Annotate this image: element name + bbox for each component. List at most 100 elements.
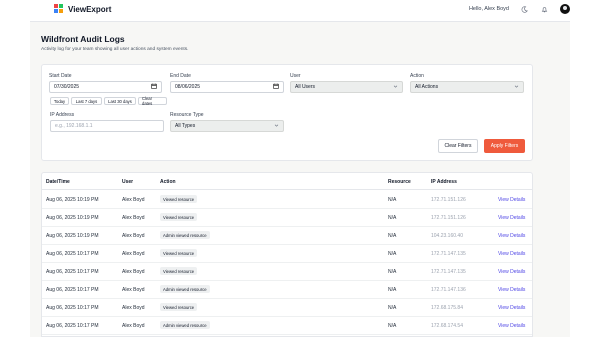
ip-address-input[interactable]: e.g., 192.168.1.1 — [50, 120, 164, 132]
cell-ip-address: 172.71.147.136 — [431, 287, 466, 293]
user-select-value: All Users — [295, 84, 316, 90]
action-badge: Viewed resource — [160, 303, 198, 311]
view-details-link[interactable]: View Details — [498, 269, 525, 275]
apply-filters-button[interactable]: Apply Filters — [484, 139, 525, 153]
view-details-link[interactable]: View Details — [498, 323, 525, 329]
brand-name: ViewExport — [68, 4, 112, 14]
resource-type-select[interactable]: All Types — [170, 120, 284, 132]
cell-user: Alex Boyd — [122, 323, 145, 329]
clear-dates-button[interactable]: Clear dates — [138, 96, 167, 106]
moon-icon[interactable] — [520, 5, 529, 14]
table-row[interactable]: Aug 06, 2025 10:19 PM Alex Boyd Viewed res… — [42, 191, 532, 209]
page-title: Wildfront Audit Logs — [41, 34, 125, 44]
cell-resource: N/A — [388, 305, 397, 311]
cell-datetime: Aug 06, 2025 10:17 PM — [46, 323, 99, 329]
cell-resource: N/A — [388, 323, 397, 329]
cell-datetime: Aug 06, 2025 10:19 PM — [46, 233, 99, 239]
cell-ip-address: 172.71.147.135 — [431, 269, 466, 275]
cell-datetime: Aug 06, 2025 10:19 PM — [46, 197, 99, 203]
cell-datetime: Aug 06, 2025 10:17 PM — [46, 269, 99, 275]
cell-ip-address: 172.68.175.84 — [431, 305, 463, 311]
cell-user: Alex Boyd — [122, 233, 145, 239]
table-row[interactable]: Aug 06, 2025 10:19 PM Alex Boyd Admin view… — [42, 227, 532, 245]
brand[interactable]: ViewExport — [54, 4, 111, 14]
end-date-input[interactable]: 08/06/2025 — [170, 81, 284, 93]
cell-user: Alex Boyd — [122, 269, 145, 275]
cell-ip-address: 104.23.160.40 — [431, 233, 463, 239]
cell-resource: N/A — [388, 233, 397, 239]
end-date-label: End Date — [170, 73, 191, 79]
table-row[interactable]: Aug 06, 2025 10:17 PM Alex Boyd Admin view… — [42, 317, 532, 335]
table-row[interactable]: Aug 06, 2025 10:17 PM Alex Boyd Viewed res… — [42, 245, 532, 263]
cell-resource: N/A — [388, 287, 397, 293]
user-filter-label: User — [290, 73, 301, 79]
cell-user: Alex Boyd — [122, 287, 145, 293]
cell-datetime: Aug 06, 2025 10:17 PM — [46, 287, 99, 293]
start-date-value: 07/30/2025 — [54, 84, 80, 90]
avatar[interactable] — [560, 4, 570, 14]
action-filter-label: Action — [410, 73, 424, 79]
action-badge: Viewed resource — [160, 213, 198, 221]
view-details-link[interactable]: View Details — [498, 305, 525, 311]
action-badge: Admin viewed resource — [160, 231, 210, 239]
page-subtitle: Activity log for your team showing all u… — [41, 47, 189, 52]
end-date-value: 08/06/2025 — [175, 84, 201, 90]
cell-ip-address: 172.71.151.126 — [431, 197, 466, 203]
cell-user: Alex Boyd — [122, 215, 145, 221]
quick-range-last-7-days[interactable]: Last 7 days — [71, 97, 102, 105]
resource-type-label: Resource Type — [170, 112, 204, 118]
cell-datetime: Aug 06, 2025 10:17 PM — [46, 305, 99, 311]
user-area: Hello, Alex Boyd — [469, 4, 570, 14]
quick-range-today[interactable]: Today — [50, 97, 69, 105]
view-details-link[interactable]: View Details — [498, 215, 525, 221]
chevron-down-icon — [274, 123, 279, 130]
view-details-link[interactable]: View Details — [498, 197, 525, 203]
column-header-action[interactable]: Action — [160, 179, 176, 185]
action-badge: Viewed resource — [160, 195, 198, 203]
action-select-value: All Actions — [415, 84, 439, 90]
action-badge: Admin viewed resource — [160, 285, 210, 293]
view-details-link[interactable]: View Details — [498, 233, 525, 239]
quick-range-last-30-days[interactable]: Last 30 days — [104, 97, 136, 105]
cell-ip-address: 172.71.147.135 — [431, 251, 466, 257]
calendar-icon[interactable] — [151, 83, 157, 91]
calendar-icon[interactable] — [273, 83, 279, 91]
cell-user: Alex Boyd — [122, 197, 145, 203]
column-header-datetime[interactable]: Date/Time — [46, 179, 70, 185]
cell-user: Alex Boyd — [122, 305, 145, 311]
cell-ip-address: 172.68.174.54 — [431, 323, 463, 329]
table-row[interactable]: Aug 06, 2025 10:19 PM Alex Boyd Viewed res… — [42, 209, 532, 227]
resource-type-value: All Types — [175, 123, 196, 129]
chevron-down-icon — [514, 84, 519, 91]
cell-datetime: Aug 06, 2025 10:17 PM — [46, 251, 99, 257]
table-header: Date/Time User Action Resource IP Addres… — [42, 173, 532, 190]
cell-resource: N/A — [388, 269, 397, 275]
audit-log-table: Date/Time User Action Resource IP Addres… — [41, 172, 533, 337]
cell-resource: N/A — [388, 215, 397, 221]
table-row[interactable]: Aug 06, 2025 10:17 PM Alex Boyd Viewed res… — [42, 299, 532, 317]
table-row[interactable]: Aug 06, 2025 10:17 PM Alex Boyd Viewed res… — [42, 263, 532, 281]
clear-filters-button[interactable]: Clear Filters — [438, 139, 478, 153]
bell-icon[interactable] — [540, 5, 549, 14]
cell-datetime: Aug 06, 2025 10:19 PM — [46, 215, 99, 221]
action-badge: Viewed resource — [160, 267, 198, 275]
ip-address-placeholder: e.g., 192.168.1.1 — [55, 123, 93, 129]
column-header-resource[interactable]: Resource — [388, 179, 411, 185]
column-header-ip-address[interactable]: IP Address — [431, 179, 457, 185]
start-date-input[interactable]: 07/30/2025 — [49, 81, 162, 93]
action-select[interactable]: All Actions — [410, 81, 524, 93]
cell-ip-address: 172.71.151.126 — [431, 215, 466, 221]
user-select[interactable]: All Users — [290, 81, 403, 93]
cell-resource: N/A — [388, 251, 397, 257]
view-details-link[interactable]: View Details — [498, 287, 525, 293]
table-row[interactable]: Aug 06, 2025 10:17 PM Alex Boyd Admin view… — [42, 281, 532, 299]
column-header-user[interactable]: User — [122, 179, 133, 185]
cell-user: Alex Boyd — [122, 251, 145, 257]
view-details-link[interactable]: View Details — [498, 251, 525, 257]
brand-logo-icon — [54, 4, 63, 14]
chevron-down-icon — [393, 84, 398, 91]
cell-resource: N/A — [388, 197, 397, 203]
action-badge: Admin viewed resource — [160, 321, 210, 329]
start-date-label: Start Date — [49, 73, 72, 79]
greeting: Hello, Alex Boyd — [468, 6, 509, 12]
